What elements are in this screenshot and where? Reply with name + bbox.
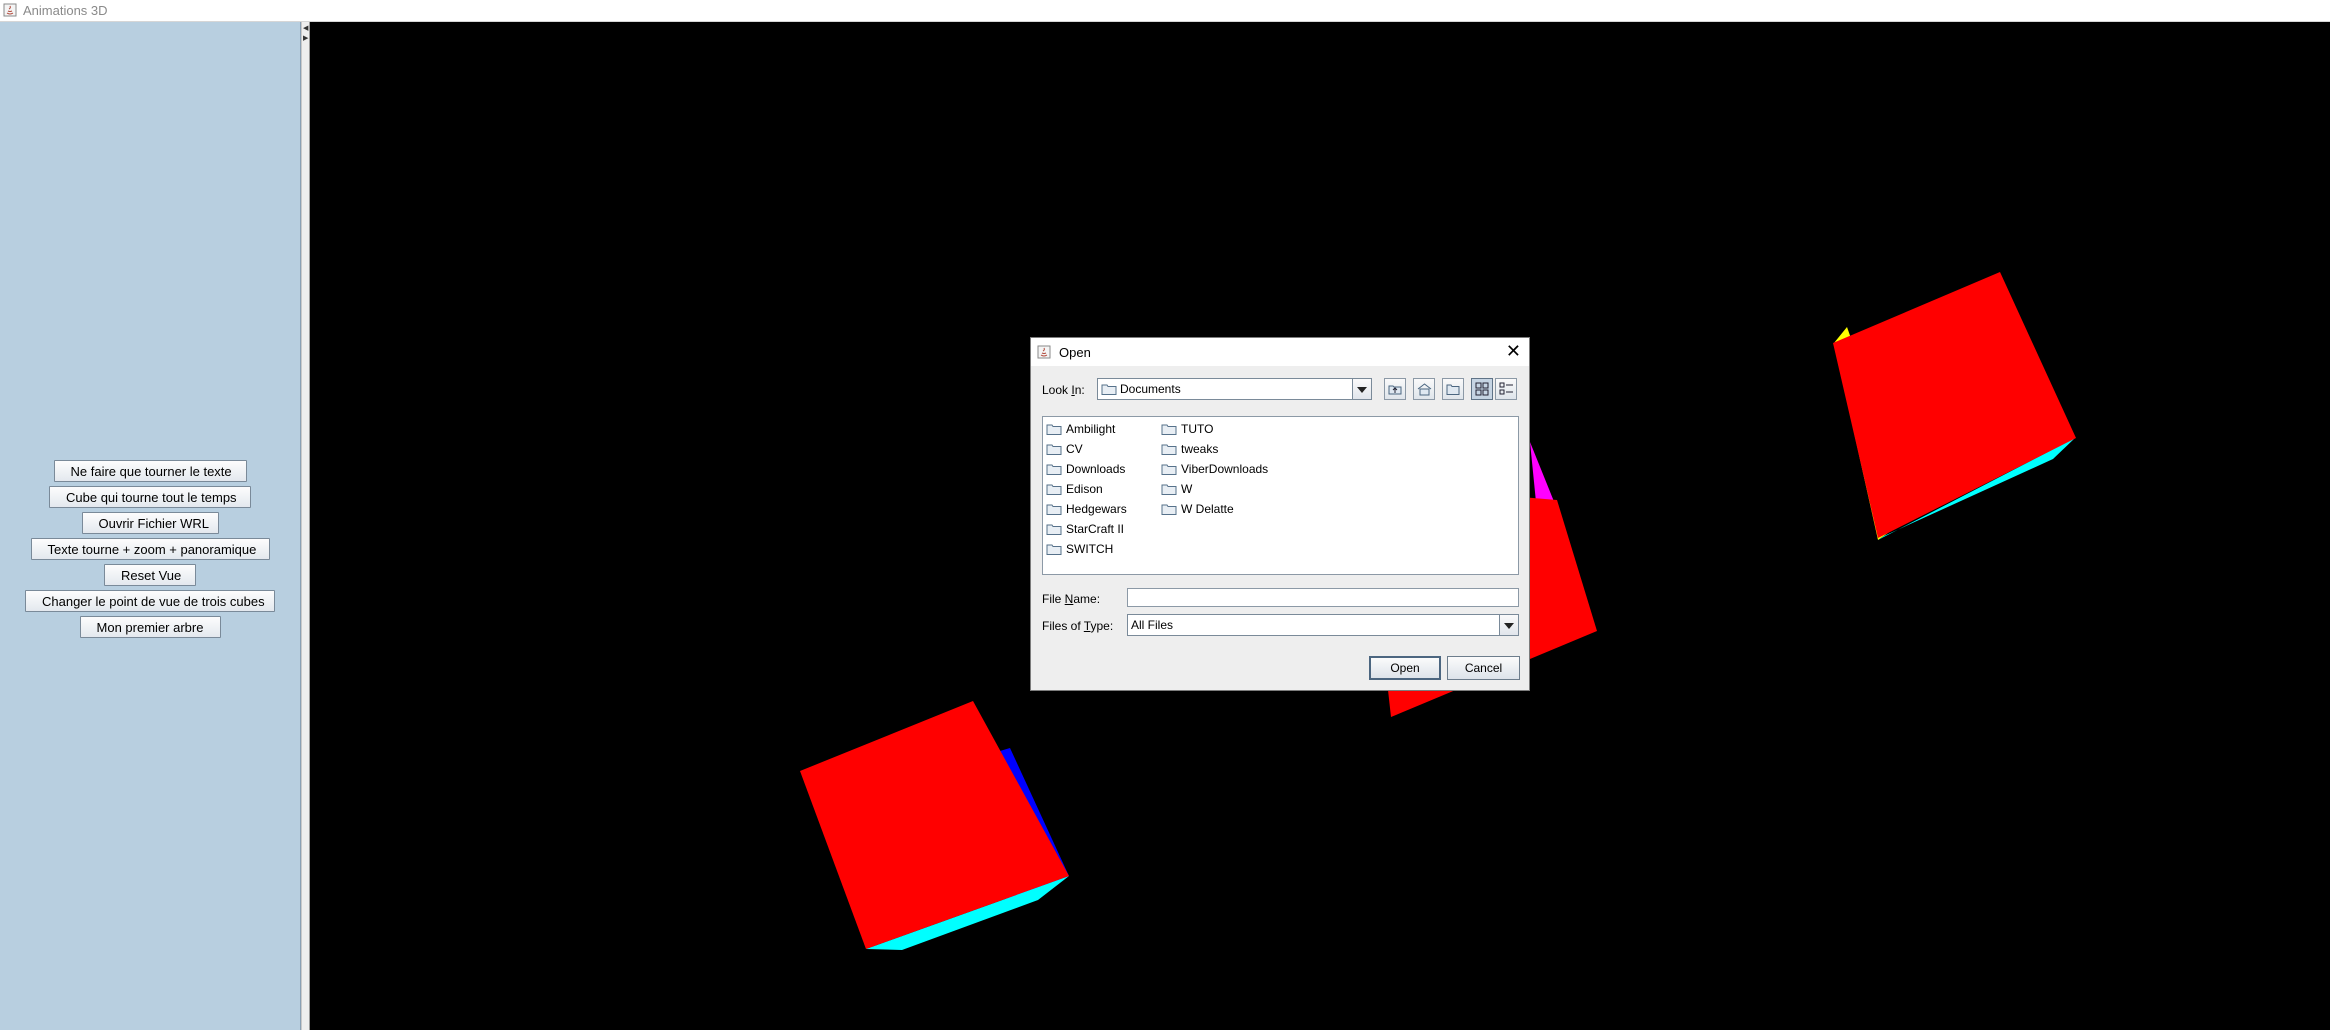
cube-right-front-face: [1833, 272, 2076, 538]
cube-right: [1833, 272, 2076, 540]
cube-left: [800, 701, 1069, 950]
folder-icon: [1101, 384, 1117, 395]
folder-name: Ambilight: [1066, 422, 1116, 436]
details-view-button[interactable]: [1495, 378, 1517, 400]
up-one-level-icon: [1388, 385, 1402, 395]
folder-item-switch[interactable]: SWITCH: [1044, 539, 1127, 559]
folder-icon: [1161, 484, 1177, 495]
folder-name: Downloads: [1066, 462, 1126, 476]
control-panel: Ne faire que tourner le texte Cube qui t…: [0, 22, 301, 1030]
file-name-input[interactable]: [1127, 588, 1519, 607]
folder-name: W: [1181, 482, 1193, 496]
folder-name: TUTO: [1181, 422, 1214, 436]
folder-name: SWITCH: [1066, 542, 1114, 556]
file-list-column-2: TUTO tweaks ViberDownloads W W Delatte: [1159, 419, 1268, 519]
folder-item-tweaks[interactable]: tweaks: [1159, 439, 1268, 459]
file-list-column-1: Ambilight CV Downloads Edison Hedgewars …: [1044, 419, 1127, 559]
java-app-icon: [1037, 345, 1051, 359]
folder-name: CV: [1066, 442, 1083, 456]
folder-icon: [1161, 504, 1177, 515]
folder-item-starcraft[interactable]: StarCraft II: [1044, 519, 1127, 539]
folder-icon: [1161, 444, 1177, 455]
look-in-label: Look In:: [1042, 383, 1085, 397]
folder-item-tuto[interactable]: TUTO: [1159, 419, 1268, 439]
new-folder-icon: [1446, 384, 1460, 395]
java-app-icon: [3, 3, 17, 17]
folder-name: W Delatte: [1181, 502, 1234, 516]
folder-name: StarCraft II: [1066, 522, 1125, 536]
folder-name: Hedgewars: [1066, 502, 1127, 516]
first-tree-button[interactable]: Mon premier arbre: [79, 616, 221, 638]
open-button[interactable]: Open: [1369, 656, 1441, 680]
text-zoom-pan-button[interactable]: Texte tourne + zoom + panoramique: [30, 538, 270, 560]
window-title: Animations 3D: [23, 3, 108, 18]
dialog-titlebar: Open ✕: [1031, 338, 1529, 366]
folder-item-w[interactable]: W: [1159, 479, 1268, 499]
folder-item-ambilight[interactable]: Ambilight: [1044, 419, 1127, 439]
folder-item-downloads[interactable]: Downloads: [1044, 459, 1127, 479]
folder-name: ViberDownloads: [1181, 462, 1269, 476]
close-icon[interactable]: ✕: [1506, 341, 1521, 362]
folder-name: Edison: [1066, 482, 1103, 496]
folder-icon: [1046, 444, 1062, 455]
chevron-down-icon[interactable]: [1499, 615, 1518, 635]
folder-icon: [1046, 524, 1062, 535]
folder-icon: [1046, 484, 1062, 495]
open-file-dialog: Open ✕ Look In: Documents Ambilight CV D…: [1030, 337, 1530, 691]
folder-item-viberdownloads[interactable]: ViberDownloads: [1159, 459, 1268, 479]
open-wrl-button[interactable]: Ouvrir Fichier WRL: [81, 512, 219, 534]
home-button[interactable]: [1413, 378, 1435, 400]
file-type-dropdown[interactable]: All Files: [1127, 614, 1519, 636]
file-type-value: All Files: [1131, 618, 1174, 632]
look-in-dropdown[interactable]: Documents: [1097, 378, 1372, 400]
folder-item-w-delatte[interactable]: W Delatte: [1159, 499, 1268, 519]
cube-left-front-face: [800, 701, 1069, 949]
up-one-level-button[interactable]: [1384, 378, 1406, 400]
window-titlebar: Animations 3D: [0, 0, 2330, 22]
folder-icon: [1161, 424, 1177, 435]
new-folder-button[interactable]: [1442, 378, 1464, 400]
folder-icon: [1046, 424, 1062, 435]
collapse-left-arrow-icon[interactable]: ◀: [303, 24, 308, 32]
folder-icon: [1046, 544, 1062, 555]
cancel-button[interactable]: Cancel: [1447, 656, 1520, 680]
list-view-button[interactable]: [1471, 378, 1493, 400]
rotating-cube-button[interactable]: Cube qui tourne tout le temps: [49, 486, 251, 508]
folder-name: tweaks: [1181, 442, 1219, 456]
list-view-icon: [1475, 382, 1489, 396]
reset-view-button[interactable]: Reset Vue: [104, 564, 196, 586]
control-button-list: Ne faire que tourner le texte Cube qui t…: [0, 460, 300, 642]
folder-icon: [1161, 464, 1177, 475]
folder-icon: [1046, 504, 1062, 515]
file-name-label: File Name:: [1042, 592, 1101, 606]
details-view-icon: [1499, 382, 1513, 395]
folder-item-cv[interactable]: CV: [1044, 439, 1127, 459]
split-pane-divider[interactable]: ◀ ▶: [301, 22, 310, 1030]
dialog-title: Open: [1059, 345, 1091, 360]
rotate-text-button[interactable]: Ne faire que tourner le texte: [53, 460, 247, 482]
file-list[interactable]: Ambilight CV Downloads Edison Hedgewars …: [1042, 416, 1519, 575]
folder-item-edison[interactable]: Edison: [1044, 479, 1127, 499]
chevron-down-icon[interactable]: [1352, 379, 1371, 399]
three-cubes-viewpoint-button[interactable]: Changer le point de vue de trois cubes: [25, 590, 275, 612]
folder-icon: [1046, 464, 1062, 475]
folder-item-hedgewars[interactable]: Hedgewars: [1044, 499, 1127, 519]
expand-right-arrow-icon[interactable]: ▶: [303, 34, 308, 42]
home-icon: [1417, 383, 1432, 396]
look-in-value: Documents: [1120, 382, 1181, 396]
file-type-label: Files of Type:: [1042, 619, 1114, 633]
